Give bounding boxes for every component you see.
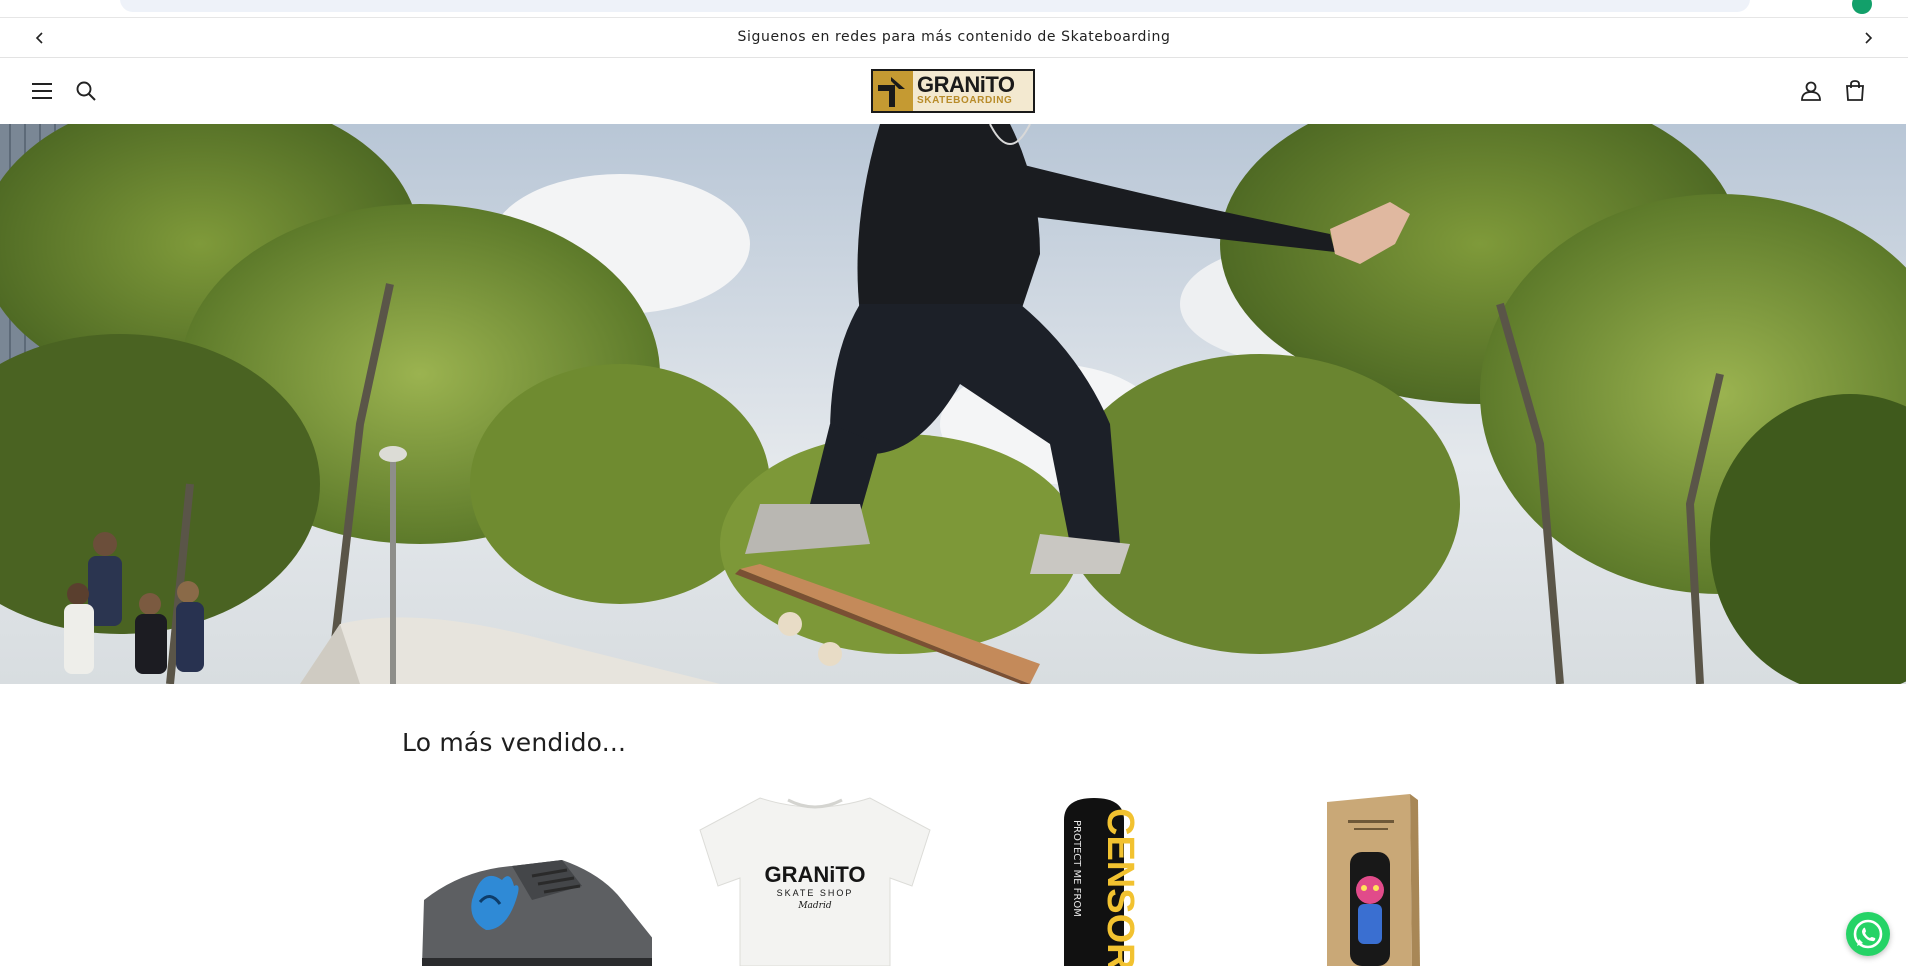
whatsapp-chat-button[interactable] — [1846, 912, 1890, 956]
whatsapp-icon — [1853, 919, 1883, 949]
account-icon — [1801, 81, 1821, 101]
product-card[interactable] — [1250, 790, 1500, 966]
browser-address-bar[interactable] — [120, 0, 1750, 12]
product-tshirt-image: GRANiTO SKATE SHOP Madrid — [690, 790, 940, 966]
browser-profile-avatar[interactable] — [1852, 0, 1872, 14]
product-card[interactable]: GRANiTO SKATE SHOP Madrid — [690, 790, 940, 966]
tshirt-print-main: GRANiTO — [764, 862, 865, 887]
cart-button[interactable] — [1841, 77, 1869, 105]
account-button[interactable] — [1797, 77, 1825, 105]
tshirt-print-sub: SKATE SHOP — [777, 888, 854, 898]
search-icon — [76, 81, 96, 101]
site-header: GRANiTO SKATEBOARDING — [0, 58, 1908, 124]
menu-button[interactable] — [28, 77, 56, 105]
announcement-text: Siguenos en redes para más contenido de … — [737, 29, 1171, 45]
logo-sub-text: SKATEBOARDING — [917, 95, 1013, 106]
deck-print-sub: PROTECT ME FROM — [1071, 820, 1082, 917]
product-sneaker-image — [402, 790, 652, 966]
browser-toolbar — [0, 0, 1908, 18]
hero-banner-image[interactable] — [0, 124, 1906, 684]
logo-text: GRANiTO SKATEBOARDING — [913, 71, 1033, 111]
hamburger-menu-icon — [32, 83, 52, 99]
product-boxed-deck-image — [1250, 790, 1500, 966]
product-card[interactable]: CENSORS PROTECT ME FROM — [970, 790, 1220, 966]
logo-main-text: GRANiTO — [917, 72, 1015, 97]
bestsellers-title: Lo más vendido... — [402, 728, 627, 757]
cart-icon — [1846, 80, 1864, 101]
product-skateboard-deck-image: CENSORS PROTECT ME FROM — [970, 790, 1220, 966]
announcement-next-button[interactable] — [1856, 26, 1880, 50]
deck-print-main: CENSORS — [1099, 808, 1141, 966]
store-logo[interactable]: GRANiTO SKATEBOARDING — [871, 69, 1035, 113]
chevron-right-icon — [1865, 32, 1873, 44]
tshirt-print-script: Madrid — [797, 901, 832, 911]
product-card[interactable] — [402, 790, 652, 966]
logo-mark-icon — [873, 71, 913, 111]
search-button[interactable] — [72, 77, 100, 105]
announcement-bar: Siguenos en redes para más contenido de … — [0, 18, 1908, 58]
